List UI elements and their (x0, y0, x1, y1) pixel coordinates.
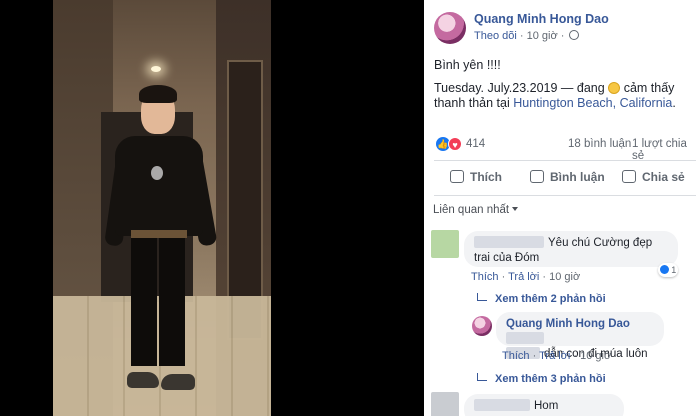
post-photo[interactable] (53, 0, 271, 416)
like-reaction-icon (659, 265, 669, 274)
commenter-avatar[interactable] (431, 230, 459, 258)
post-line-1: Bình yên !!!! (434, 58, 501, 72)
love-reaction-icon: ♥ (448, 137, 462, 151)
follow-link[interactable]: Theo dõi (474, 30, 517, 42)
photo-person-hair (139, 85, 177, 103)
reply-author-name[interactable]: Quang Minh Hong Dao (506, 318, 630, 330)
globe-icon (569, 30, 580, 40)
meta-separator: · (519, 30, 524, 42)
photo-viewer[interactable] (0, 0, 424, 416)
post-panel: Quang Minh Hong Dao Theo dõi · 10 giờ · … (424, 0, 699, 416)
view-more-replies-link[interactable]: Xem thêm 3 phản hồi (477, 373, 606, 385)
reply-arrow-icon (477, 373, 487, 381)
view-more-replies-label: Xem thêm 2 phản hồi (495, 293, 606, 305)
commenter-avatar[interactable] (431, 392, 459, 416)
share-button[interactable]: Chia sẻ (622, 170, 685, 184)
author-avatar[interactable] (434, 12, 466, 44)
reply-time[interactable]: 10 giờ (580, 350, 611, 362)
comment-bubble: Hom (464, 394, 624, 416)
blurred-name (474, 236, 544, 248)
reply-like-link[interactable]: Thích (502, 350, 530, 362)
comment-reply-link[interactable]: Trả lời (508, 271, 539, 283)
sort-label: Liên quan nhất (433, 204, 510, 216)
share-button-label: Chia sẻ (642, 170, 685, 184)
comment-count[interactable]: 18 bình luận (568, 138, 631, 150)
comment-time[interactable]: 10 giờ (549, 271, 580, 283)
comment-bubble-icon (530, 170, 544, 183)
share-count[interactable]: 1 lượt chia sẻ (632, 138, 694, 162)
photo-person-shoe (127, 372, 159, 388)
photo-person-leg (131, 236, 157, 366)
location-link[interactable]: Huntington Beach, California (513, 96, 672, 110)
divider (434, 160, 696, 161)
comment-like-link[interactable]: Thích (471, 271, 499, 283)
post-line-2: Tuesday. July.23.2019 — đang cảm thấy th… (434, 81, 694, 111)
photo-person-leg (159, 236, 185, 366)
divider (434, 195, 696, 196)
post-time[interactable]: 10 giờ (527, 30, 558, 42)
reply-author-line: Quang Minh Hong Dao (506, 317, 654, 347)
comment-button[interactable]: Bình luận (530, 170, 605, 184)
comment-sort-dropdown[interactable]: Liên quan nhất (433, 204, 519, 216)
reply-reply-link[interactable]: Trả lời (539, 350, 570, 362)
comment-bubble: Yêu chú Cường đẹp trai của Đóm (464, 231, 678, 267)
author-name[interactable]: Quang Minh Hong Dao (474, 12, 609, 26)
reply-actions: Thích · Trả lời · 10 giờ (502, 350, 612, 362)
reaction-summary[interactable]: 👍 ♥ 414 18 bình luận 1 lượt chia sẻ (436, 137, 694, 162)
comment-button-label: Bình luận (550, 170, 605, 184)
post-header: Quang Minh Hong Dao Theo dõi · 10 giờ · (434, 10, 694, 44)
comment-reaction-count: 1 (671, 265, 677, 275)
reaction-count[interactable]: 414 (466, 138, 485, 150)
comments-list: Yêu chú Cường đẹp trai của Đóm 1 Thích ·… (424, 222, 699, 416)
blurred-tag (506, 332, 544, 344)
like-button-label: Thích (470, 170, 502, 184)
reply-author-avatar[interactable] (472, 316, 492, 336)
meta-separator: · (560, 30, 565, 42)
view-more-replies-label: Xem thêm 3 phản hồi (495, 373, 606, 385)
thumbs-up-icon (450, 170, 464, 183)
photo-person-belt (131, 230, 187, 238)
post-end-punct: . (672, 96, 676, 110)
comment-reaction-badge[interactable]: 1 (658, 263, 678, 277)
post-meta: Theo dõi · 10 giờ · (474, 30, 580, 42)
post-date-text: Tuesday. July.23.2019 — đang (434, 81, 605, 95)
reply-arrow-icon (477, 293, 487, 301)
photo-person-necklace (151, 166, 163, 180)
feeling-emoji-icon (608, 82, 621, 94)
comment-actions: Thích · Trả lời · 10 giờ (471, 271, 581, 283)
photo-ceiling-light (151, 66, 161, 72)
blurred-name (474, 399, 530, 411)
chevron-down-icon (512, 207, 519, 211)
share-arrow-icon (622, 170, 636, 183)
view-more-replies-link[interactable]: Xem thêm 2 phản hồi (477, 293, 606, 305)
like-button[interactable]: Thích (450, 170, 502, 184)
comment-text: Hom (534, 400, 559, 412)
reply-bubble: Quang Minh Hong Dao dẫn con đi múa luôn (496, 312, 664, 360)
post-text: Bình yên !!!! Tuesday. July.23.2019 — đa… (434, 58, 694, 111)
photo-person-shirt (115, 136, 203, 236)
post-actions: Thích Bình luận Chia sẻ (434, 166, 696, 192)
photo-person-shoe (161, 374, 195, 390)
